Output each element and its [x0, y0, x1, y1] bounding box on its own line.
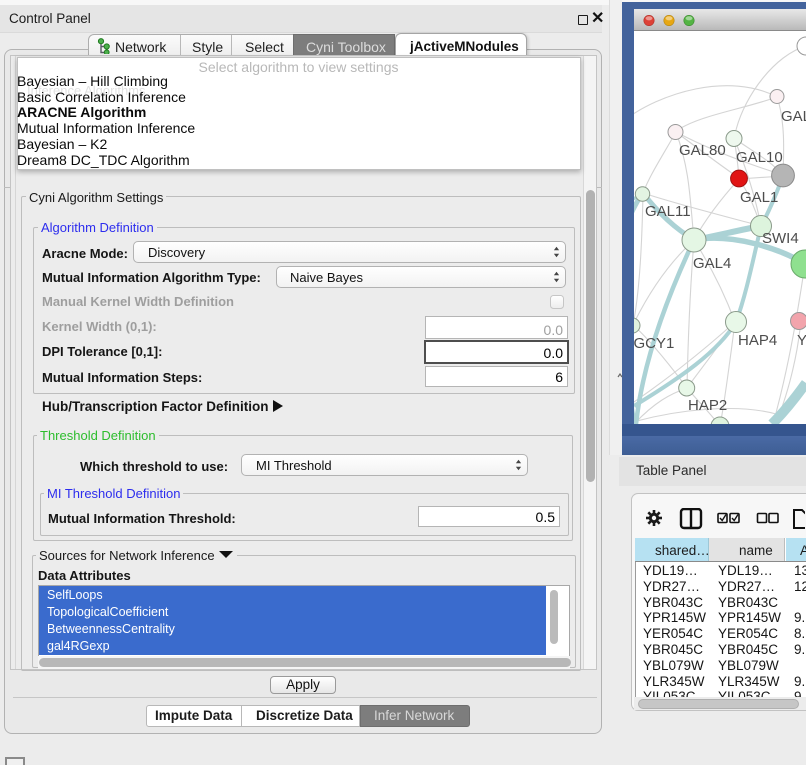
svg-text:GAL1: GAL1 — [740, 189, 778, 206]
svg-text:HAP2: HAP2 — [688, 397, 727, 414]
svg-text:GAL4: GAL4 — [693, 255, 731, 272]
svg-text:HAP4: HAP4 — [738, 332, 777, 349]
svg-text:GAL: GAL — [781, 108, 806, 125]
svg-text:GAL11: GAL11 — [645, 203, 691, 220]
svg-text:SWI4: SWI4 — [762, 230, 799, 247]
svg-text:Y: Y — [797, 332, 806, 349]
svg-text:GAL10: GAL10 — [736, 149, 783, 166]
svg-text:GAL80: GAL80 — [679, 142, 726, 159]
svg-text:GCY1: GCY1 — [634, 335, 674, 352]
